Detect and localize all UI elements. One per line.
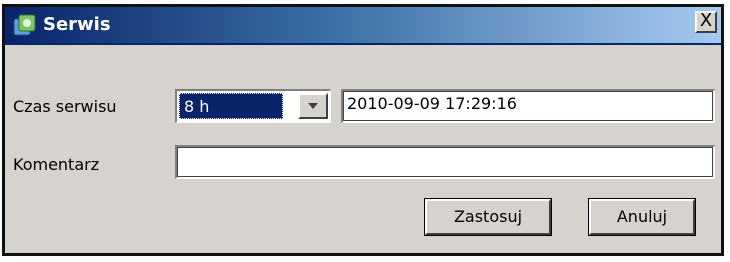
service-time-label: Czas serwisu — [13, 97, 117, 116]
app-icon — [13, 13, 37, 37]
dialog-window: Serwis X Czas serwisu 8 h 2010-09-09 17:… — [2, 4, 724, 256]
apply-button[interactable]: Zastosuj — [424, 198, 552, 236]
window-title: Serwis — [43, 14, 111, 35]
comment-field[interactable] — [175, 145, 715, 179]
close-button[interactable]: X — [695, 11, 717, 33]
chevron-down-icon — [308, 103, 318, 109]
dropdown-button[interactable] — [298, 93, 328, 119]
comment-label: Komentarz — [13, 155, 100, 174]
datetime-field[interactable]: 2010-09-09 17:29:16 — [341, 89, 715, 123]
title-bar[interactable]: Serwis X — [5, 7, 721, 45]
service-time-value: 8 h — [179, 93, 283, 119]
close-icon: X — [699, 10, 713, 31]
cancel-button[interactable]: Anuluj — [588, 198, 696, 236]
service-time-select[interactable]: 8 h — [175, 89, 331, 123]
